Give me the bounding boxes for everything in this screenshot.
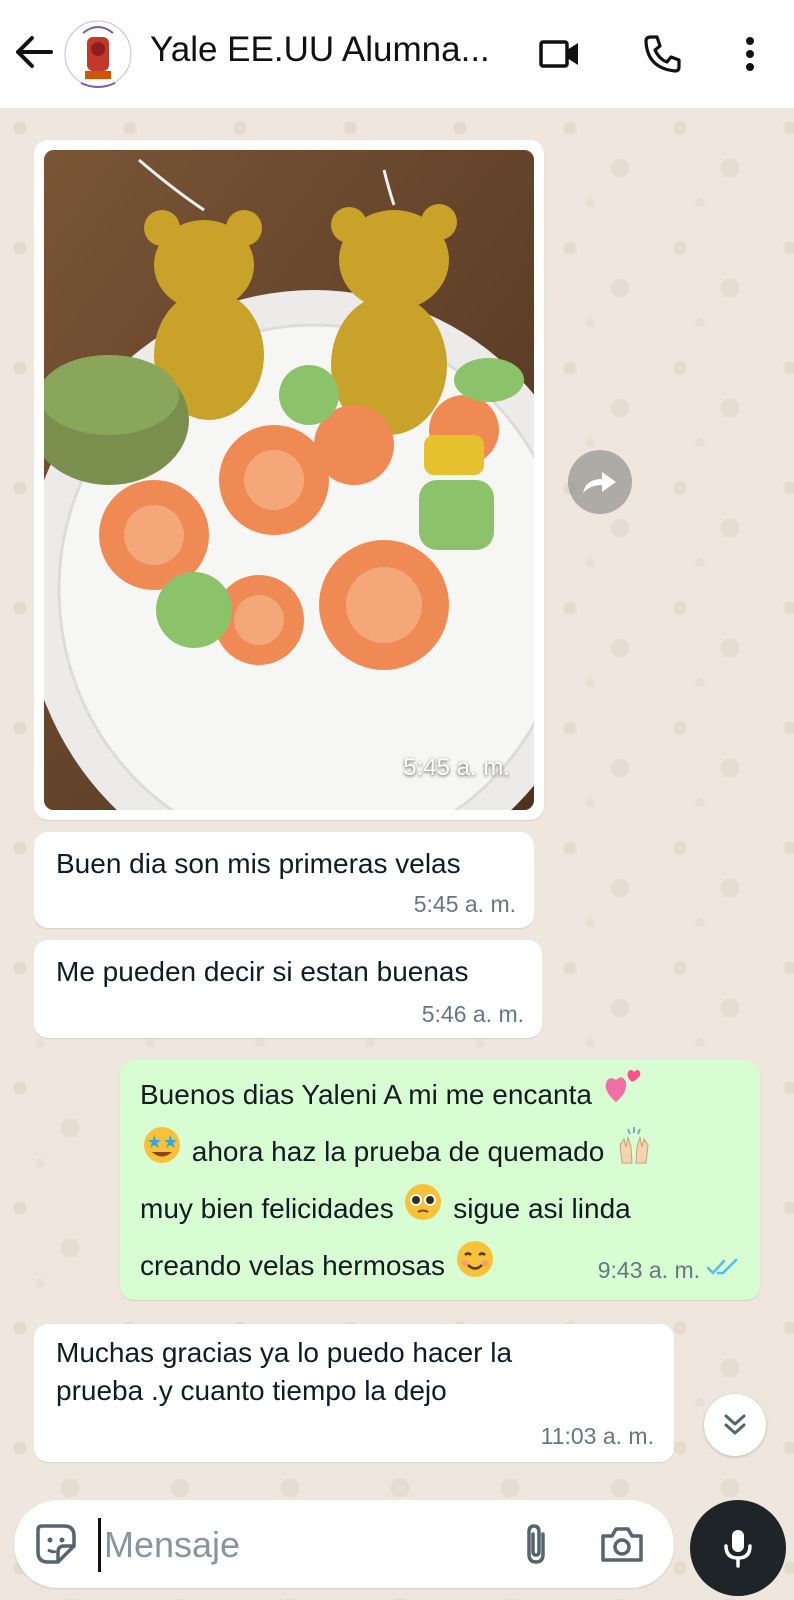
message-timestamp: 5:46 a. m. <box>421 1001 524 1027</box>
two-hearts-emoji-icon <box>602 1068 644 1125</box>
phone-call-icon[interactable] <box>638 30 686 78</box>
message-composer <box>14 1500 674 1588</box>
message-timestamp: 5:45 a. m. <box>413 891 516 917</box>
text-cursor <box>98 1518 101 1572</box>
microphone-button[interactable] <box>690 1500 786 1596</box>
message-timestamp: 11:03 a. m. <box>540 1423 654 1449</box>
video-call-icon[interactable] <box>536 30 584 78</box>
message-text: Muchas gracias ya lo puedo hacer la prue… <box>56 1337 513 1406</box>
message-text: Me pueden decir si estan buenas <box>56 956 469 987</box>
message-input[interactable] <box>104 1518 484 1572</box>
attachment-icon[interactable] <box>512 1520 560 1568</box>
camera-icon[interactable] <box>596 1520 648 1568</box>
forward-icon[interactable] <box>568 450 632 514</box>
candles-photo[interactable]: 5:45 a. m. <box>44 150 534 810</box>
raising-hands-emoji-icon <box>614 1125 654 1182</box>
back-arrow-icon[interactable] <box>12 30 56 74</box>
smiling-face-emoji-icon <box>455 1239 495 1296</box>
sticker-icon[interactable] <box>32 1520 80 1568</box>
microphone-icon <box>724 1530 752 1568</box>
message-bubble-outgoing[interactable]: Buenos dias Yaleni A mi me encanta ahora… <box>120 1060 760 1300</box>
pleading-face-emoji-icon <box>403 1182 443 1239</box>
message-bubble-incoming[interactable]: Me pueden decir si estan buenas 5:46 a. … <box>34 940 542 1038</box>
star-struck-emoji-icon <box>142 1125 182 1182</box>
read-ticks-icon <box>706 1257 740 1282</box>
more-options-icon[interactable] <box>726 30 774 78</box>
scroll-down-icon[interactable] <box>704 1394 766 1456</box>
chat-header: Yale EE.UU Alumna... <box>0 0 794 108</box>
message-text: Buen dia son mis primeras velas <box>56 848 461 879</box>
message-timestamp: 9:43 a. m. <box>597 1257 700 1283</box>
message-text: Buenos dias Yaleni A mi me encanta ahora… <box>140 1068 656 1296</box>
group-avatar[interactable] <box>62 12 134 96</box>
image-message-bubble[interactable]: 5:45 a. m. <box>34 140 544 820</box>
message-bubble-incoming[interactable]: Buen dia son mis primeras velas 5:45 a. … <box>34 832 534 928</box>
message-bubble-incoming[interactable]: Muchas gracias ya lo puedo hacer la prue… <box>34 1324 674 1462</box>
chat-title[interactable]: Yale EE.UU Alumna... <box>150 30 490 70</box>
image-timestamp: 5:45 a. m. <box>403 754 510 781</box>
